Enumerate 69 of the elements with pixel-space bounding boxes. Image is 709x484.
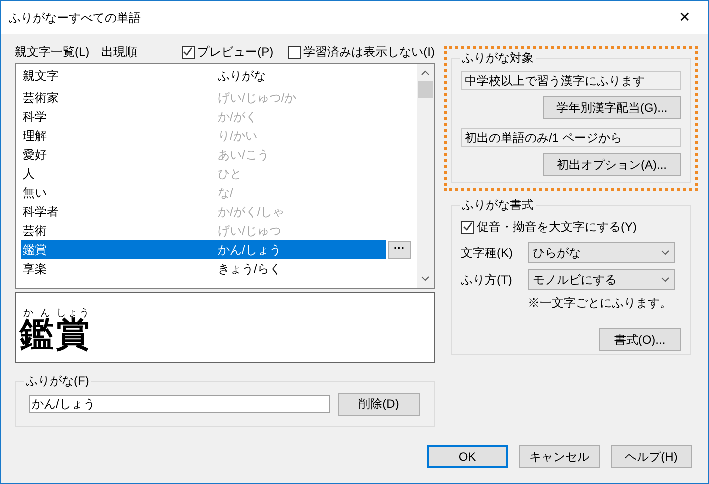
checkbox[interactable]	[182, 46, 195, 58]
reading-text: きょう/らく	[217, 260, 282, 278]
checkbox[interactable]	[461, 220, 474, 234]
dialog-button[interactable]: ヘルプ(H)	[611, 445, 692, 468]
check-icon	[183, 47, 194, 57]
reading-text: り/かい	[217, 128, 258, 144]
delete-button[interactable]: 削除(D)	[338, 392, 420, 416]
base-text: 無い	[22, 184, 48, 202]
uppercase-label: 促音・拗音を大文字にする(Y)	[477, 219, 637, 236]
base-text: 芸術	[22, 222, 48, 240]
select-label: 文字種(K)	[461, 244, 514, 262]
reading-text: か/がく	[217, 108, 258, 126]
window-title: ふりがなーすべての単語	[9, 10, 141, 26]
format-button[interactable]: 書式(O)...	[599, 328, 681, 351]
base-text: 愛好	[22, 146, 48, 164]
group-title: ふりがな対象	[460, 50, 536, 66]
check-icon	[462, 222, 472, 232]
select-label: ふり方(T)	[461, 272, 514, 288]
option-button[interactable]: 初出オプション(A)...	[543, 153, 681, 176]
reading-text: かん/しょう	[217, 242, 282, 258]
reading-text: か/がく/しゃ	[217, 204, 285, 220]
close-button[interactable]: ✕	[662, 1, 708, 34]
reading-text: ひと	[217, 166, 242, 182]
column-header: ふりがな	[217, 68, 266, 85]
list-row[interactable]: 人 ひと	[21, 164, 386, 183]
list-row[interactable]: 享楽 きょう/らく	[21, 259, 386, 278]
ruby-text: 鑑 かん	[20, 308, 54, 354]
ruby-text: 賞 しょう	[56, 308, 90, 354]
base-text: 科学	[22, 108, 48, 126]
list-row[interactable]: 無い な/	[21, 183, 386, 202]
list-row[interactable]: 鑑賞 かん/しょう	[21, 240, 386, 259]
scroll-thumb[interactable]	[418, 81, 433, 98]
scrollbar[interactable]	[417, 64, 434, 288]
preview-checkbox-label: プレビュー(P)	[198, 44, 274, 61]
list-row[interactable]: 愛好 あい/こう	[21, 145, 386, 164]
list-row[interactable]: 芸術 げい/じゅつ	[21, 221, 386, 240]
list-row[interactable]: 理解 り/かい	[21, 126, 386, 145]
hide-learned-label: 学習済みは表示しない(I)	[304, 44, 435, 61]
option-button[interactable]: 学年別漢字配当(G)...	[543, 96, 681, 119]
target-field: 初出の単語のみ/1 ページから	[461, 128, 681, 147]
reading-text: な/	[217, 184, 234, 202]
group-title: ふりがな書式	[460, 197, 536, 213]
column-header: 親文字	[22, 68, 60, 85]
scroll-down-icon[interactable]	[421, 276, 430, 282]
base-text: 鑑賞	[22, 242, 48, 258]
list-row[interactable]: 科学者 か/がく/しゃ	[21, 202, 386, 221]
note-text: ※一文字ごとにふります。	[528, 295, 673, 312]
base-text: 理解	[22, 128, 48, 144]
furigana-input[interactable]: かん/しょう	[29, 395, 330, 413]
reading-text: あい/こう	[217, 146, 270, 164]
dialog-button[interactable]: OK	[427, 445, 508, 468]
base-text: 人	[22, 166, 36, 182]
list-row[interactable]: 科学 か/がく	[21, 107, 386, 126]
scroll-up-icon[interactable]	[421, 70, 430, 76]
list-label: 親文字一覧(L)	[15, 44, 90, 61]
base-text: 芸術家	[22, 90, 60, 106]
list-row[interactable]: 芸術家 げい/じゅつ/か	[21, 88, 386, 107]
group-title: ふりがな(F)	[24, 373, 92, 389]
target-field: 中学校以上で習う漢字にふります	[461, 71, 681, 90]
base-text: 享楽	[22, 260, 48, 278]
reading-text: げい/じゅつ/か	[217, 90, 297, 106]
reading-text: げい/じゅつ	[217, 222, 282, 240]
base-text: 科学者	[22, 204, 60, 220]
dropdown[interactable]: モノルビにする	[528, 269, 675, 290]
dropdown[interactable]: ひらがな	[528, 242, 675, 263]
dialog-button[interactable]: キャンセル	[519, 445, 600, 468]
more-button[interactable]: ···	[388, 240, 411, 258]
order-label: 出現順	[102, 44, 138, 61]
checkbox[interactable]	[288, 46, 301, 58]
